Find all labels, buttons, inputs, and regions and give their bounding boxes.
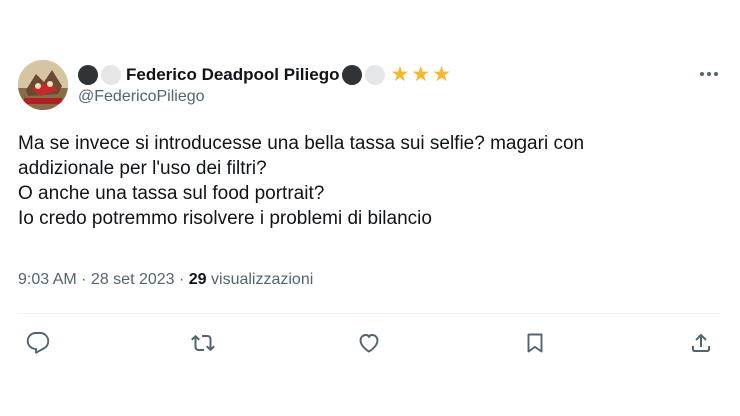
meta-separator: · — [174, 271, 189, 288]
white-circle-emoji — [101, 65, 121, 85]
views-count: 29 — [188, 271, 207, 288]
reply-button[interactable] — [23, 328, 53, 358]
author-handle[interactable]: @FedericoPiliego — [78, 88, 205, 106]
black-circle-emoji — [342, 65, 363, 85]
tweet-meta: 9:03 AM · 28 set 2023 · 29 visualizzazio… — [18, 271, 313, 289]
retweet-button[interactable] — [188, 328, 218, 358]
tweet-date[interactable]: 28 set 2023 — [91, 271, 175, 288]
author-display-name[interactable]: Federico Deadpool Piliego — [126, 65, 339, 85]
share-icon — [692, 333, 710, 352]
tweet-text: Ma se invece si introducesse una bella t… — [18, 131, 718, 231]
star-icon: ★ — [432, 63, 451, 86]
heart-icon — [359, 334, 379, 353]
tweet-time[interactable]: 9:03 AM — [18, 271, 77, 288]
white-circle-emoji — [365, 65, 386, 85]
reply-icon — [26, 332, 50, 354]
meta-separator: · — [76, 271, 91, 288]
views-label: visualizzazioni — [206, 271, 314, 288]
tweet-text-line: Ma se invece si introducesse una bella t… — [18, 133, 585, 154]
avatar[interactable] — [18, 60, 68, 110]
black-circle-emoji — [78, 65, 98, 85]
bookmark-icon — [527, 333, 543, 353]
tweet-text-line: O anche una tassa sul food portrait? — [18, 183, 325, 204]
tweet-text-line: addizionale per l'uso dei filtri? — [18, 158, 267, 179]
author-name-row[interactable]: Federico Deadpool Piliego ★ ★ ★ — [78, 63, 451, 87]
share-button[interactable] — [686, 328, 716, 358]
bookmark-button[interactable] — [520, 328, 550, 358]
divider — [18, 313, 720, 314]
action-bar — [18, 328, 720, 358]
star-icon: ★ — [390, 63, 410, 86]
retweet-icon — [191, 334, 215, 352]
star-icon: ★ — [411, 63, 431, 86]
like-button[interactable] — [354, 328, 384, 358]
avatar-image — [18, 60, 68, 110]
tweet-card: Federico Deadpool Piliego ★ ★ ★ @Federic… — [0, 0, 740, 416]
tweet-text-line: Io credo potremmo risolvere i problemi d… — [18, 208, 432, 229]
more-options-icon[interactable] — [694, 62, 724, 86]
